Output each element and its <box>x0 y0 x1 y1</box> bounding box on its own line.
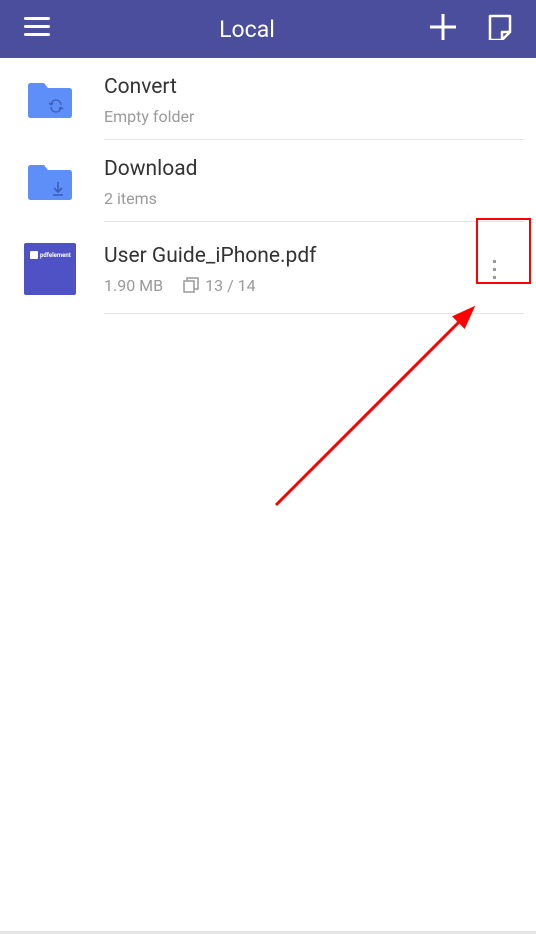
more-vertical-icon <box>493 260 496 279</box>
folder-name: Convert <box>104 75 512 99</box>
folder-sync-icon <box>26 80 74 120</box>
more-options-button[interactable] <box>468 238 520 300</box>
file-item-pdf[interactable]: pdfelement User Guide_iPhone.pdf 1.90 MB… <box>0 222 536 314</box>
folder-subtitle: Empty folder <box>104 107 194 126</box>
folder-item-convert[interactable]: Convert Empty folder <box>0 58 536 140</box>
pdf-thumbnail-icon: pdfelement <box>24 243 76 295</box>
hamburger-icon <box>24 17 50 37</box>
plus-icon <box>430 14 456 40</box>
annotate-button[interactable] <box>488 14 512 44</box>
add-button[interactable] <box>430 14 456 44</box>
folder-item-download[interactable]: Download 2 items <box>0 140 536 222</box>
annotation-arrow <box>266 280 486 510</box>
folder-name: Download <box>104 157 512 181</box>
page-title: Local <box>64 16 430 43</box>
note-icon <box>488 14 512 40</box>
folder-subtitle: 2 items <box>104 189 157 208</box>
file-size: 1.90 MB <box>104 276 163 295</box>
file-name: User Guide_iPhone.pdf <box>104 244 468 268</box>
app-header: Local <box>0 0 536 58</box>
menu-button[interactable] <box>24 17 64 41</box>
copy-icon <box>183 277 199 293</box>
folder-download-icon <box>26 162 74 202</box>
file-pages: 13 / 14 <box>205 276 256 295</box>
file-list: Convert Empty folder Download 2 items <box>0 58 536 314</box>
